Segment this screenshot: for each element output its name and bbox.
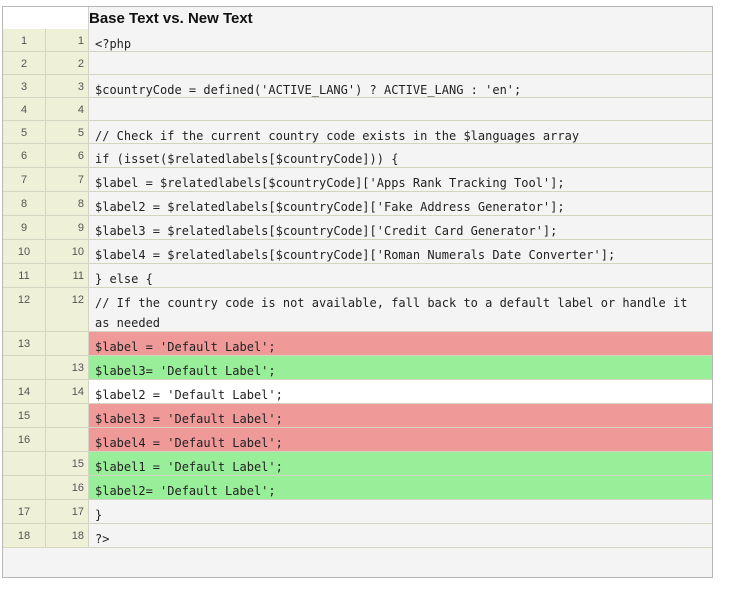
diff-row: 12 12// If the country code is not availa… <box>3 288 712 332</box>
right-line-number: 11 <box>46 264 89 287</box>
diff-row: 18 18 ?> <box>3 524 712 548</box>
diff-row: 13 $label = 'Default Label'; <box>3 332 712 356</box>
diff-row: 11 11} else { <box>3 264 712 288</box>
right-line-number: 15 <box>46 452 89 475</box>
right-line-number: 17 <box>46 500 89 523</box>
diff-title: Base Text vs. New Text <box>89 10 253 27</box>
diff-row: 16 $label4 = 'Default Label'; <box>3 428 712 452</box>
code-line: // Check if the current country code exi… <box>89 121 712 143</box>
left-line-number: 2 <box>3 52 46 74</box>
code-line: $label1 = 'Default Label'; <box>89 452 712 475</box>
diff-row: 8 8 $label2 = $relatedlabels[$countryCode]… <box>3 192 712 216</box>
left-line-number <box>3 452 46 475</box>
left-line-number: 14 <box>3 380 46 403</box>
diff-row: 7 7 $label = $relatedlabels[$countryCode][… <box>3 168 712 192</box>
left-line-number: 10 <box>3 240 46 263</box>
diff-row: 10 10 $label4 = $relatedlabels[$countryCod… <box>3 240 712 264</box>
left-line-number: 3 <box>3 75 46 97</box>
code-line: <?php <box>89 29 712 51</box>
diff-row: 6 6 if (isset($relatedlabels[$countryCode]… <box>3 144 712 168</box>
code-line: // If the country code is not available,… <box>89 288 712 331</box>
left-line-number: 12 <box>3 288 46 331</box>
left-line-number: 1 <box>3 29 46 51</box>
left-line-number: 9 <box>3 216 46 239</box>
right-line-number: 14 <box>46 380 89 403</box>
diff-row: 9 9 $label3 = $relatedlabels[$countryCode]… <box>3 216 712 240</box>
diff-row: 1 1 <?php <box>3 29 712 52</box>
code-line: $label2= 'Default Label'; <box>89 476 712 499</box>
diff-row: 14 14 $label2 = 'Default Label'; <box>3 380 712 404</box>
right-line-number: 2 <box>46 52 89 74</box>
right-line-number: 7 <box>46 168 89 191</box>
right-line-number: 13 <box>46 356 89 379</box>
left-line-number: 4 <box>3 98 46 120</box>
code-line: } else { <box>89 264 712 287</box>
diff-row: 3 3 $countryCode = defined('ACTIVE_LANG') … <box>3 75 712 98</box>
code-line <box>89 98 712 120</box>
code-line: $label2 = $relatedlabels[$countryCode]['… <box>89 192 712 215</box>
right-line-number: 3 <box>46 75 89 97</box>
code-line: $countryCode = defined('ACTIVE_LANG') ? … <box>89 75 712 97</box>
right-line-number: 8 <box>46 192 89 215</box>
left-line-number: 11 <box>3 264 46 287</box>
right-line-number: 16 <box>46 476 89 499</box>
right-line-number: 9 <box>46 216 89 239</box>
right-line-number: 6 <box>46 144 89 167</box>
code-line: $label4 = $relatedlabels[$countryCode]['… <box>89 240 712 263</box>
right-line-number: 10 <box>46 240 89 263</box>
left-line-number: 8 <box>3 192 46 215</box>
right-line-number: 4 <box>46 98 89 120</box>
right-line-number: 5 <box>46 121 89 143</box>
diff-row: 15 $label1 = 'Default Label'; <box>3 452 712 476</box>
right-line-number <box>46 332 89 355</box>
left-line-number: 13 <box>3 332 46 355</box>
left-line-number: 18 <box>3 524 46 547</box>
left-line-number <box>3 356 46 379</box>
code-line: $label4 = 'Default Label'; <box>89 428 712 451</box>
left-line-number: 6 <box>3 144 46 167</box>
diff-row: 15 $label3 = 'Default Label'; <box>3 404 712 428</box>
left-line-number: 16 <box>3 428 46 451</box>
left-line-number: 7 <box>3 168 46 191</box>
diff-viewer: Base Text vs. New Text 1 1 <?php 2 2 3 3 $count… <box>2 6 713 578</box>
left-line-number <box>3 476 46 499</box>
right-line-number: 18 <box>46 524 89 547</box>
code-line: $label2 = 'Default Label'; <box>89 380 712 403</box>
code-line: if (isset($relatedlabels[$countryCode]))… <box>89 144 712 167</box>
right-line-number: 12 <box>46 288 89 331</box>
diff-row: 22 <box>3 52 712 75</box>
right-line-number <box>46 428 89 451</box>
diff-rows: 1 1 <?php 2 2 3 3 $countryCode = defined('ACTIV… <box>3 29 712 548</box>
diff-header: Base Text vs. New Text <box>3 7 712 30</box>
diff-row: 5 5// Check if the current country code e… <box>3 121 712 144</box>
right-line-number <box>46 404 89 427</box>
right-line-number: 1 <box>46 29 89 51</box>
left-line-number: 15 <box>3 404 46 427</box>
diff-row: 16 $label2= 'Default Label'; <box>3 476 712 500</box>
left-line-number: 5 <box>3 121 46 143</box>
code-line: $label3 = 'Default Label'; <box>89 404 712 427</box>
header-gutter <box>3 7 89 29</box>
code-line: } <box>89 500 712 523</box>
left-line-number: 17 <box>3 500 46 523</box>
code-line <box>89 52 712 74</box>
code-line: $label3 = $relatedlabels[$countryCode]['… <box>89 216 712 239</box>
code-line: $label = $relatedlabels[$countryCode]['A… <box>89 168 712 191</box>
code-line: $label3= 'Default Label'; <box>89 356 712 379</box>
code-line: ?> <box>89 524 712 547</box>
diff-row: 13 $label3= 'Default Label'; <box>3 356 712 380</box>
code-line: $label = 'Default Label'; <box>89 332 712 355</box>
diff-row: 44 <box>3 98 712 121</box>
diff-row: 17 17} <box>3 500 712 524</box>
